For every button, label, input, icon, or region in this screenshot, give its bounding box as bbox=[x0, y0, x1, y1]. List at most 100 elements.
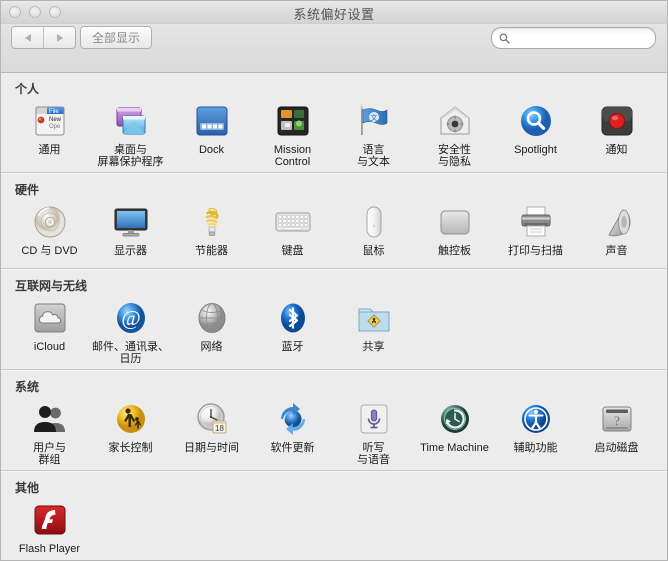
label-line: 节能器 bbox=[195, 245, 228, 257]
users-groups-icon bbox=[30, 399, 70, 439]
system-preferences-window: 系统偏好设置 全部显示 个人 File New Ope 通用 桌面与 屏幕保护程… bbox=[0, 0, 668, 561]
label-line: 通知 bbox=[605, 144, 628, 156]
label-line: 日期与时间 bbox=[184, 442, 239, 454]
section-4: 其他 Flash Player bbox=[1, 472, 667, 560]
icloud-icon bbox=[30, 298, 70, 338]
icon-grid: 用户与 群组 家长控制 18 日期与时间 软件更新 听写 与语音 Time Machi… bbox=[1, 397, 667, 470]
icon-grid: Flash Player bbox=[1, 498, 667, 560]
pref-pane-print-scan[interactable]: 打印与扫描 bbox=[495, 200, 576, 264]
pref-pane-dictation-speech[interactable]: 听写 与语音 bbox=[333, 397, 414, 466]
cd-dvd-icon bbox=[30, 202, 70, 242]
pref-pane-dock[interactable]: Dock bbox=[171, 99, 252, 168]
pref-pane-notifications[interactable]: 通知 bbox=[576, 99, 657, 168]
pref-pane-spotlight[interactable]: Spotlight bbox=[495, 99, 576, 168]
svg-text:18: 18 bbox=[215, 424, 224, 433]
label-line: 显示器 bbox=[114, 245, 147, 257]
pref-pane-label: CD 与 DVD bbox=[21, 245, 77, 257]
section-0: 个人 File New Ope 通用 桌面与 屏幕保护程序 Dock Missi… bbox=[1, 73, 667, 172]
pref-pane-sharing[interactable]: 共享 bbox=[333, 296, 414, 365]
pref-pane-label: 网络 bbox=[201, 341, 223, 353]
pref-pane-displays[interactable]: 显示器 bbox=[90, 200, 171, 264]
sharing-icon bbox=[354, 298, 394, 338]
desktop-saver-icon bbox=[111, 101, 151, 141]
label-line: 通用 bbox=[38, 144, 61, 156]
pref-pane-general[interactable]: File New Ope 通用 bbox=[9, 99, 90, 168]
search-field[interactable] bbox=[491, 27, 656, 49]
pref-pane-parental-controls[interactable]: 家长控制 bbox=[90, 397, 171, 466]
icon-grid: CD 与 DVD 显示器 节能器 键盘 鼠标 触控板 打印与扫描 声音 bbox=[1, 200, 667, 268]
pref-pane-icloud[interactable]: iCloud bbox=[9, 296, 90, 365]
pref-pane-mail-contacts-calendars[interactable]: @ 邮件、通讯录、 日历 bbox=[90, 296, 171, 365]
search-input[interactable] bbox=[514, 31, 638, 45]
pref-pane-software-update[interactable]: 软件更新 bbox=[252, 397, 333, 466]
pref-pane-label: Spotlight bbox=[514, 144, 557, 156]
mail-contacts-calendars-icon: @ bbox=[111, 298, 151, 338]
energy-saver-icon bbox=[192, 202, 232, 242]
pref-pane-label: Flash Player bbox=[19, 543, 80, 555]
notifications-icon bbox=[597, 101, 637, 141]
parental-controls-icon bbox=[111, 399, 151, 439]
pref-pane-keyboard[interactable]: 键盘 bbox=[252, 200, 333, 264]
label-line: 邮件、通讯录、 bbox=[92, 341, 169, 353]
pref-pane-network[interactable]: 网络 bbox=[171, 296, 252, 365]
date-time-icon: 18 bbox=[192, 399, 232, 439]
pref-pane-accessibility[interactable]: 辅助功能 bbox=[495, 397, 576, 466]
label-line: Dock bbox=[198, 144, 225, 156]
pref-pane-label: 软件更新 bbox=[271, 442, 315, 454]
label-line: 共享 bbox=[362, 341, 385, 353]
pref-pane-label: 键盘 bbox=[282, 245, 304, 257]
pref-pane-mission-control[interactable]: Mission Control bbox=[252, 99, 333, 168]
pref-pane-language-text[interactable]: 文语言 与文本 bbox=[333, 99, 414, 168]
search-icon bbox=[499, 33, 510, 44]
chevron-left-icon bbox=[24, 33, 31, 42]
svg-text:文: 文 bbox=[370, 113, 377, 122]
pref-pane-label: 通知 bbox=[606, 144, 628, 156]
pref-pane-date-time[interactable]: 18 日期与时间 bbox=[171, 397, 252, 466]
pref-pane-label: 家长控制 bbox=[109, 442, 153, 454]
startup-disk-icon: ? bbox=[597, 399, 637, 439]
pref-pane-sound[interactable]: 声音 bbox=[576, 200, 657, 264]
pref-pane-energy-saver[interactable]: 节能器 bbox=[171, 200, 252, 264]
label-line: 键盘 bbox=[281, 245, 304, 257]
security-privacy-icon bbox=[435, 101, 475, 141]
dock-icon bbox=[192, 101, 232, 141]
label-line: 蓝牙 bbox=[281, 341, 304, 353]
svg-text:?: ? bbox=[614, 413, 620, 428]
pref-pane-flash-player[interactable]: Flash Player bbox=[9, 498, 90, 560]
pref-pane-time-machine[interactable]: Time Machine bbox=[414, 397, 495, 466]
pref-pane-startup-disk[interactable]: ? 启动磁盘 bbox=[576, 397, 657, 466]
label-line: 触控板 bbox=[438, 245, 471, 257]
dictation-speech-icon bbox=[354, 399, 394, 439]
section-title: 互联网与无线 bbox=[15, 279, 88, 293]
back-button[interactable] bbox=[12, 27, 43, 48]
label-line: 家长控制 bbox=[108, 442, 153, 454]
label-line: 用户与 bbox=[33, 442, 66, 454]
window-title: 系统偏好设置 bbox=[293, 7, 375, 22]
spotlight-icon bbox=[516, 101, 556, 141]
navigation-buttons bbox=[11, 26, 76, 49]
pref-pane-label: 辅助功能 bbox=[514, 442, 558, 454]
preference-panes-container: 个人 File New Ope 通用 桌面与 屏幕保护程序 Dock Missi… bbox=[1, 73, 667, 560]
label-line: 听写 bbox=[362, 442, 385, 454]
label-line: CD 与 DVD bbox=[21, 245, 78, 257]
pref-pane-security-privacy[interactable]: 安全性 与隐私 bbox=[414, 99, 495, 168]
pref-pane-trackpad[interactable]: 触控板 bbox=[414, 200, 495, 264]
label-line: 网络 bbox=[200, 341, 223, 353]
pref-pane-desktop-saver[interactable]: 桌面与 屏幕保护程序 bbox=[90, 99, 171, 168]
icon-grid: File New Ope 通用 桌面与 屏幕保护程序 Dock Mission Co… bbox=[1, 99, 667, 172]
label-line: 软件更新 bbox=[270, 442, 315, 454]
accessibility-icon bbox=[516, 399, 556, 439]
pref-pane-cd-dvd[interactable]: CD 与 DVD bbox=[9, 200, 90, 264]
forward-button[interactable] bbox=[43, 27, 75, 48]
pref-pane-label: Dock bbox=[199, 144, 224, 156]
pref-pane-label: 鼠标 bbox=[363, 245, 385, 257]
sound-icon bbox=[597, 202, 637, 242]
mouse-icon bbox=[354, 202, 394, 242]
pref-pane-users-groups[interactable]: 用户与 群组 bbox=[9, 397, 90, 466]
pref-pane-label: 用户与 群组 bbox=[33, 442, 66, 466]
pref-pane-label: 日期与时间 bbox=[184, 442, 239, 454]
pref-pane-mouse[interactable]: 鼠标 bbox=[333, 200, 414, 264]
pref-pane-bluetooth[interactable]: 蓝牙 bbox=[252, 296, 333, 365]
show-all-button[interactable]: 全部显示 bbox=[80, 26, 153, 49]
label-line: 与隐私 bbox=[438, 156, 471, 168]
